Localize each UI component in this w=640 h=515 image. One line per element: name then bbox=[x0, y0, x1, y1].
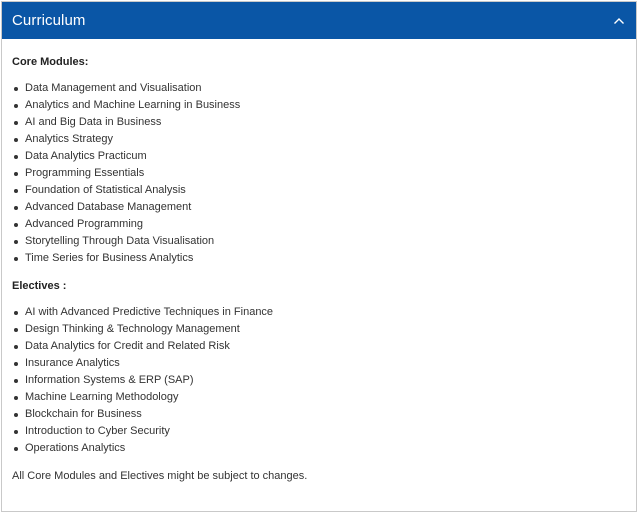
list-item: Data Management and Visualisation bbox=[12, 80, 626, 97]
list-item: Storytelling Through Data Visualisation bbox=[12, 233, 626, 250]
list-item: Information Systems & ERP (SAP) bbox=[12, 372, 626, 389]
list-item: Time Series for Business Analytics bbox=[12, 250, 626, 267]
list-item: Machine Learning Methodology bbox=[12, 389, 626, 406]
list-item: AI with Advanced Predictive Techniques i… bbox=[12, 304, 626, 321]
curriculum-panel: Curriculum Core Modules: Data Management… bbox=[1, 1, 637, 512]
list-item: Operations Analytics bbox=[12, 440, 626, 457]
list-item: Blockchain for Business bbox=[12, 406, 626, 423]
panel-title: Curriculum bbox=[12, 12, 86, 29]
list-item: Analytics Strategy bbox=[12, 131, 626, 148]
list-item: Programming Essentials bbox=[12, 165, 626, 182]
list-item: Data Analytics for Credit and Related Ri… bbox=[12, 338, 626, 355]
electives-heading: Electives : bbox=[12, 280, 67, 292]
list-item: Introduction to Cyber Security bbox=[12, 423, 626, 440]
curriculum-footnote: All Core Modules and Electives might be … bbox=[12, 470, 308, 482]
list-item: Insurance Analytics bbox=[12, 355, 626, 372]
core-modules-heading: Core Modules: bbox=[12, 56, 89, 68]
curriculum-panel-header[interactable]: Curriculum bbox=[2, 2, 636, 39]
curriculum-panel-body: Core Modules: Data Management and Visual… bbox=[2, 39, 636, 483]
list-item: Data Analytics Practicum bbox=[12, 148, 626, 165]
list-item: Design Thinking & Technology Management bbox=[12, 321, 626, 338]
list-item: Advanced Database Management bbox=[12, 199, 626, 216]
electives-list: AI with Advanced Predictive Techniques i… bbox=[12, 304, 626, 457]
list-item: Foundation of Statistical Analysis bbox=[12, 182, 626, 199]
core-modules-list: Data Management and Visualisation Analyt… bbox=[12, 80, 626, 267]
list-item: AI and Big Data in Business bbox=[12, 114, 626, 131]
list-item: Advanced Programming bbox=[12, 216, 626, 233]
list-item: Analytics and Machine Learning in Busine… bbox=[12, 97, 626, 114]
chevron-up-icon[interactable] bbox=[612, 14, 626, 28]
